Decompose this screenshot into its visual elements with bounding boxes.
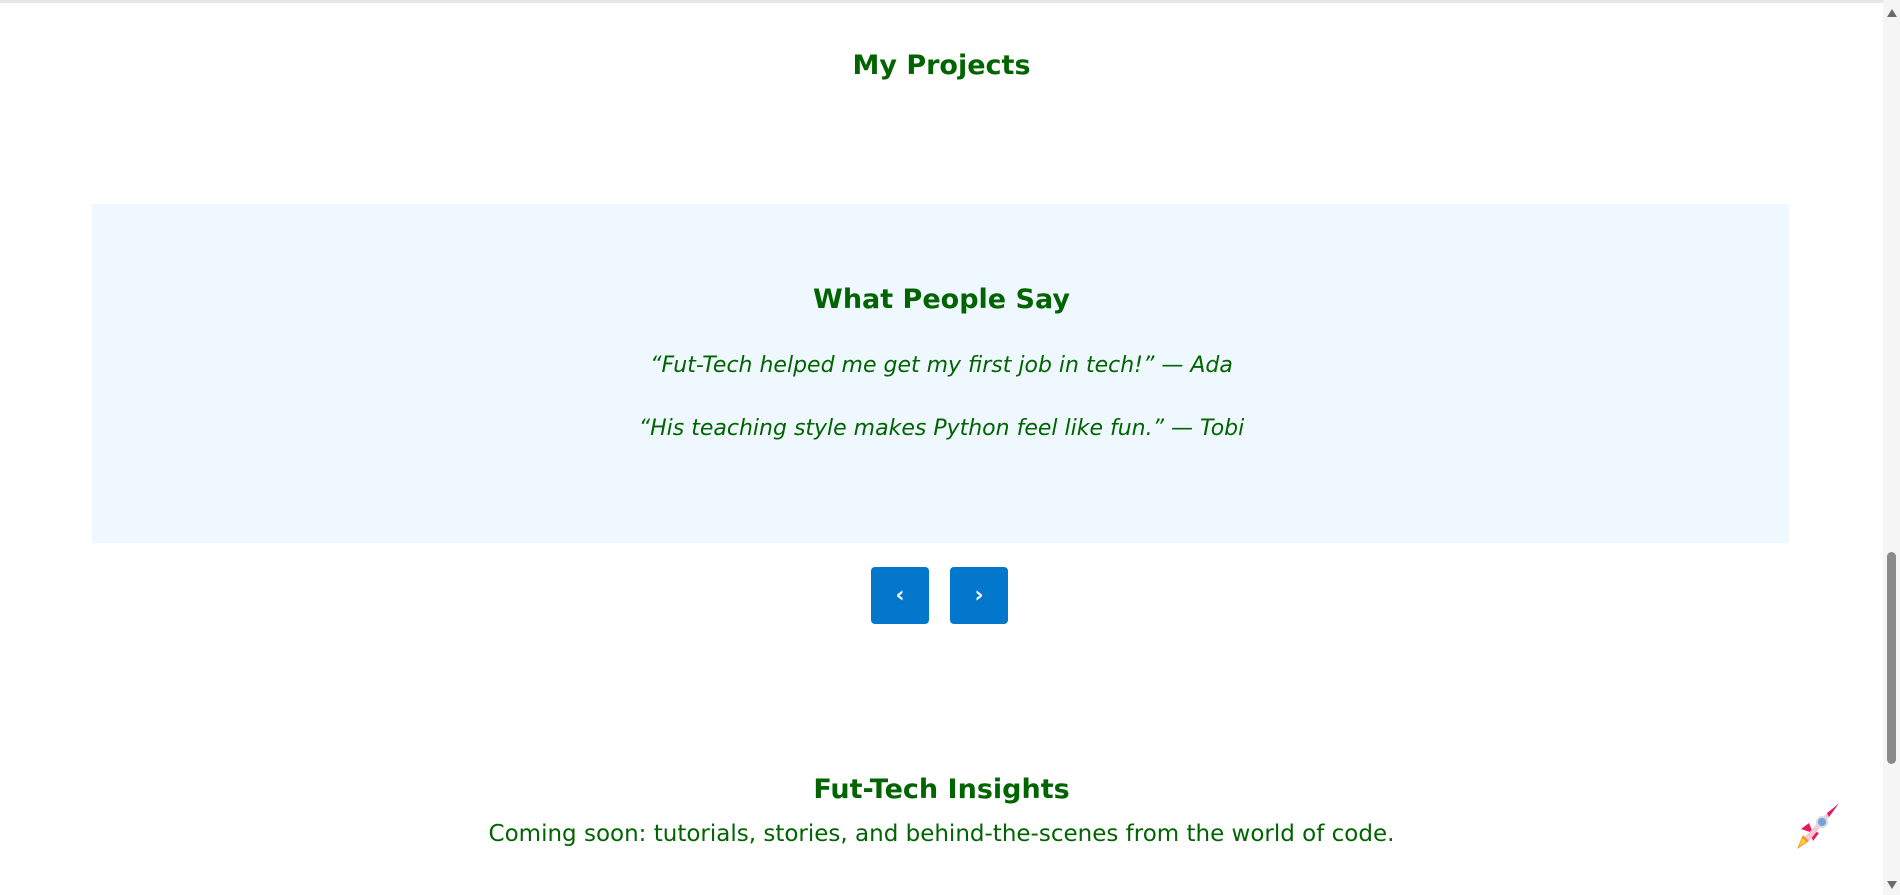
- testimonial-quote: “Fut-Tech helped me get my first job in …: [650, 353, 1233, 378]
- insights-description: Coming soon: tutorials, stories, and beh…: [488, 821, 1395, 847]
- page-viewport: My Projects What People Say “Fut-Tech he…: [0, 0, 1883, 895]
- scrollbar-thumb[interactable]: [1887, 552, 1896, 764]
- carousel-next-button[interactable]: ›: [950, 567, 1008, 624]
- projects-heading: My Projects: [852, 50, 1031, 81]
- rocket-icon[interactable]: [1787, 799, 1843, 855]
- carousel-prev-button[interactable]: ‹: [871, 567, 929, 624]
- insights-heading: Fut-Tech Insights: [813, 774, 1070, 805]
- triangle-up-icon[interactable]: [1883, 4, 1900, 21]
- testimonials-heading: What People Say: [813, 284, 1070, 315]
- triangle-down-icon[interactable]: [1883, 876, 1900, 893]
- vertical-scrollbar[interactable]: [1883, 0, 1900, 895]
- testimonial-quote: “His teaching style makes Python feel li…: [638, 416, 1245, 441]
